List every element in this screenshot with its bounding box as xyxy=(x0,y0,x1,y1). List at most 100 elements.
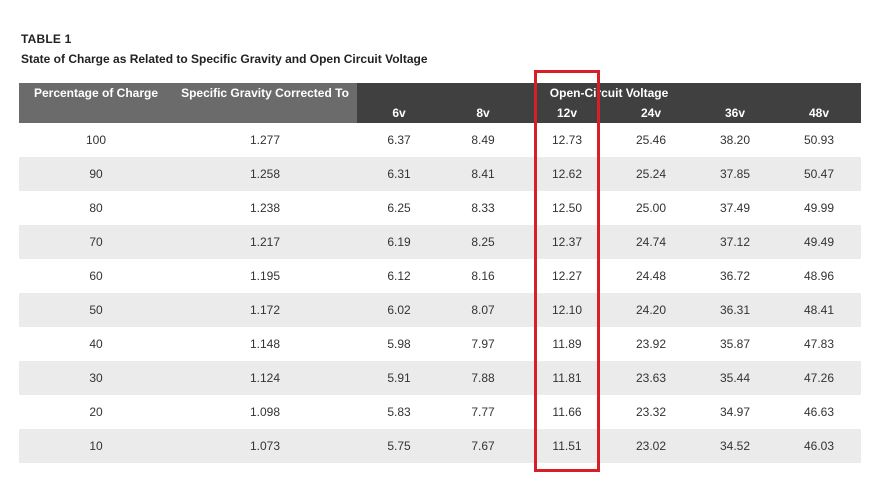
table-cell: 7.67 xyxy=(441,429,525,463)
table-cell: 8.25 xyxy=(441,225,525,259)
table-cell: 100 xyxy=(85,133,107,147)
table-cell: 12.73 xyxy=(551,133,583,147)
table-cell: 80 xyxy=(89,201,103,215)
table-cell: 46.03 xyxy=(777,429,862,463)
table-cell: 12.10 xyxy=(525,293,609,327)
table-cell: 1.098 xyxy=(249,405,281,419)
table-caption: State of Charge as Related to Specific G… xyxy=(21,52,428,66)
table-cell: 11.89 xyxy=(552,337,582,351)
table-row: 10 1.073 5.75 7.67 11.51 23.02 34.52 46.03 xyxy=(19,429,862,463)
table-cell: 1.217 xyxy=(173,225,357,259)
table-cell: 90 xyxy=(19,157,173,191)
table-body: 100 1.277 6.37 8.49 12.73 25.46 38.20 50.93 90 1.… xyxy=(19,123,862,463)
table-cell: 34.52 xyxy=(693,429,777,463)
table-cell: 47.83 xyxy=(804,337,835,351)
table-cell: 11.66 xyxy=(552,405,582,419)
table-row: 20 1.098 5.83 7.77 11.66 23.32 34.97 46.63 xyxy=(19,395,861,429)
table-row: 100 1.277 6.37 8.49 12.73 25.46 38.20 50.93 xyxy=(19,123,861,157)
table-cell: 8.07 xyxy=(441,293,525,327)
table-cell: 5.83 xyxy=(387,405,411,419)
table-cell: 8.33 xyxy=(471,201,495,215)
table-cell: 12.50 xyxy=(551,201,583,215)
table-cell: 1.172 xyxy=(173,293,357,327)
table-cell: 36.31 xyxy=(693,293,777,327)
table-cell: 6.19 xyxy=(357,225,441,259)
table-cell: 60 xyxy=(89,269,103,283)
table-cell: 6.12 xyxy=(387,269,411,283)
table-cell: 8.16 xyxy=(471,269,495,283)
table-cell: 37.85 xyxy=(693,157,777,191)
table-cell: 23.32 xyxy=(635,405,667,419)
table-cell: 1.148 xyxy=(249,337,281,351)
table-cell: 10 xyxy=(19,429,173,463)
table-cell: 50.47 xyxy=(777,157,862,191)
table-cell: 20 xyxy=(89,405,103,419)
table-cell: 25.00 xyxy=(635,201,667,215)
header-voltage-6v: 6v xyxy=(357,103,441,123)
header-gravity: Specific Gravity Corrected To xyxy=(173,83,357,123)
table-row: 80 1.238 6.25 8.33 12.50 25.00 37.49 49.99 xyxy=(19,191,861,225)
table-cell: 35.87 xyxy=(719,337,751,351)
table-cell: 12.27 xyxy=(551,269,583,283)
header-voltage-48v: 48v xyxy=(777,103,862,123)
table-cell: 1.073 xyxy=(173,429,357,463)
table-cell: 40 xyxy=(89,337,103,351)
header-voltage-12v: 12v xyxy=(525,103,609,123)
charge-table: Percentage of Charge Specific Gravity Co… xyxy=(19,83,862,463)
table-cell: 7.97 xyxy=(471,337,495,351)
table-cell: 23.63 xyxy=(609,361,693,395)
table-cell: 24.20 xyxy=(609,293,693,327)
table-cell: 36.72 xyxy=(719,269,751,283)
table-cell: 70 xyxy=(19,225,173,259)
table-cell: 8.49 xyxy=(471,133,495,147)
header-voltage-24v: 24v xyxy=(609,103,693,123)
table-cell: 25.24 xyxy=(609,157,693,191)
table-row: 70 1.217 6.19 8.25 12.37 24.74 37.12 49.49 xyxy=(19,225,862,259)
table-cell: 6.37 xyxy=(387,133,411,147)
table-cell: 6.02 xyxy=(357,293,441,327)
table-cell: 38.20 xyxy=(719,133,751,147)
table-cell: 1.195 xyxy=(249,269,281,283)
table-cell: 48.41 xyxy=(777,293,862,327)
table-cell: 1.238 xyxy=(249,201,281,215)
table-cell: 23.02 xyxy=(609,429,693,463)
table-cell: 11.81 xyxy=(525,361,609,395)
table-cell: 23.92 xyxy=(635,337,667,351)
table-cell: 37.49 xyxy=(719,201,751,215)
table-cell: 48.96 xyxy=(804,269,835,283)
table-cell: 49.99 xyxy=(804,201,835,215)
table-cell: 7.88 xyxy=(441,361,525,395)
table-cell: 25.46 xyxy=(635,133,667,147)
header-voltage-group: Open-Circuit Voltage xyxy=(357,83,862,103)
table-row: 40 1.148 5.98 7.97 11.89 23.92 35.87 47.83 xyxy=(19,327,861,361)
table-cell: 12.62 xyxy=(525,157,609,191)
table-cell: 5.91 xyxy=(357,361,441,395)
table-cell: 8.41 xyxy=(441,157,525,191)
table-cell: 7.77 xyxy=(471,405,495,419)
table-cell: 30 xyxy=(19,361,173,395)
header-voltage-8v: 8v xyxy=(441,103,525,123)
table-row: 30 1.124 5.91 7.88 11.81 23.63 35.44 47.26 xyxy=(19,361,862,395)
table-cell: 5.98 xyxy=(387,337,411,351)
table-cell: 35.44 xyxy=(693,361,777,395)
table-number: TABLE 1 xyxy=(21,32,72,46)
table-cell: 12.37 xyxy=(525,225,609,259)
table-cell: 24.74 xyxy=(609,225,693,259)
table-cell: 11.51 xyxy=(525,429,609,463)
header-percentage: Percentage of Charge xyxy=(19,83,173,123)
table-row: 90 1.258 6.31 8.41 12.62 25.24 37.85 50.47 xyxy=(19,157,862,191)
table-cell: 1.258 xyxy=(173,157,357,191)
table-cell: 1.277 xyxy=(249,133,281,147)
table-row: 60 1.195 6.12 8.16 12.27 24.48 36.72 48.96 xyxy=(19,259,861,293)
table-cell: 50.93 xyxy=(804,133,835,147)
table-cell: 1.124 xyxy=(173,361,357,395)
table-cell: 5.75 xyxy=(357,429,441,463)
table-cell: 34.97 xyxy=(719,405,751,419)
table-cell: 24.48 xyxy=(635,269,667,283)
header-voltage-36v: 36v xyxy=(693,103,777,123)
table-cell: 6.31 xyxy=(357,157,441,191)
table-cell: 47.26 xyxy=(777,361,862,395)
table-row: 50 1.172 6.02 8.07 12.10 24.20 36.31 48.41 xyxy=(19,293,862,327)
table-cell: 50 xyxy=(19,293,173,327)
table-cell: 6.25 xyxy=(387,201,411,215)
